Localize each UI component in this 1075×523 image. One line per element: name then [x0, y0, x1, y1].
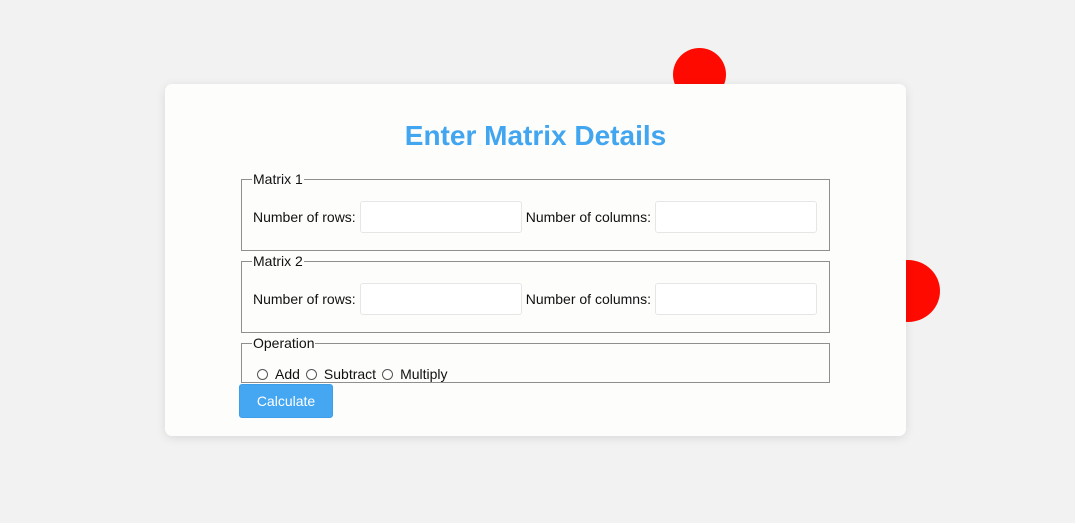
- matrix2-row: Number of rows: Number of columns:: [253, 283, 821, 315]
- matrix2-cols-label: Number of columns:: [525, 291, 651, 307]
- radio-subtract-label[interactable]: Subtract: [324, 366, 376, 382]
- matrix2-rows-input[interactable]: [359, 283, 522, 315]
- matrix1-fieldset: Matrix 1 Number of rows: Number of colum…: [241, 171, 830, 251]
- matrix1-cols-label: Number of columns:: [525, 209, 651, 225]
- radio-add[interactable]: Add: [257, 366, 300, 382]
- matrix1-legend: Matrix 1: [253, 171, 303, 187]
- operation-legend: Operation: [253, 335, 315, 351]
- matrix-form-card: Enter Matrix Details Matrix 1 Number of …: [165, 84, 906, 436]
- radio-multiply[interactable]: Multiply: [382, 366, 448, 382]
- matrix1-cols-input[interactable]: [654, 201, 817, 233]
- radio-add-circle[interactable]: [257, 368, 268, 380]
- matrix1-row: Number of rows: Number of columns:: [253, 201, 821, 233]
- operation-radio-group: Add Subtract Multiply: [257, 366, 454, 382]
- radio-multiply-circle[interactable]: [382, 368, 394, 380]
- radio-add-label[interactable]: Add: [275, 366, 300, 382]
- matrix1-rows-label: Number of rows:: [253, 209, 356, 225]
- operation-fieldset: Operation Add Subtract Multiply: [241, 335, 830, 383]
- page-title: Enter Matrix Details: [404, 120, 667, 151]
- matrix2-rows-label: Number of rows:: [253, 291, 356, 307]
- radio-subtract-circle[interactable]: [305, 368, 317, 380]
- matrix1-rows-input[interactable]: [359, 201, 522, 233]
- matrix2-cols-input[interactable]: [654, 283, 817, 315]
- radio-subtract[interactable]: Subtract: [305, 366, 376, 382]
- radio-multiply-label[interactable]: Multiply: [400, 366, 447, 382]
- matrix2-fieldset: Matrix 2 Number of rows: Number of colum…: [241, 253, 830, 333]
- calculate-button[interactable]: Calculate: [239, 384, 333, 418]
- matrix2-legend: Matrix 2: [253, 253, 303, 269]
